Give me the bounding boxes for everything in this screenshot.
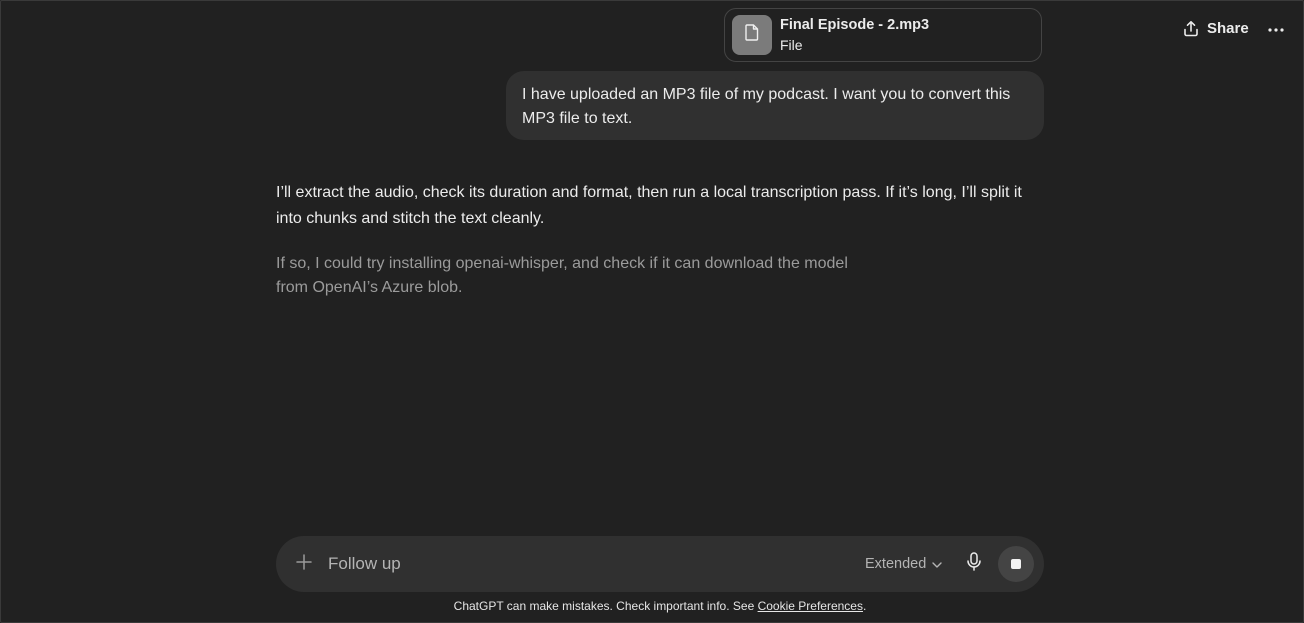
disclaimer-trailing: . (862, 599, 867, 613)
stop-icon (1011, 559, 1021, 569)
chat-window: Share Final Episode - 2.mp3 File I have … (0, 0, 1304, 623)
microphone-icon (967, 552, 981, 576)
follow-up-input[interactable] (328, 550, 848, 578)
more-options-button[interactable] (1263, 17, 1289, 39)
file-tile (732, 15, 772, 55)
disclaimer-text: ChatGPT can make mistakes. Check importa… (453, 599, 758, 613)
user-message: I have uploaded an MP3 file of my podcas… (506, 71, 1044, 140)
plus-icon (296, 553, 312, 575)
assistant-thinking-text: If so, I could try installing openai-whi… (276, 255, 848, 296)
file-meta: Final Episode - 2.mp3 File (780, 15, 929, 55)
disclaimer: ChatGPT can make mistakes. Check importa… (1, 599, 1303, 613)
share-icon (1183, 20, 1199, 37)
document-icon (745, 24, 759, 46)
cookie-preferences-link[interactable]: Cookie Preferences (758, 599, 863, 613)
chevron-down-icon (932, 556, 942, 572)
file-name: Final Episode - 2.mp3 (780, 17, 930, 33)
composer: Extended (276, 536, 1044, 592)
model-selector[interactable]: Extended (865, 553, 942, 575)
more-dots-icon (1268, 19, 1284, 37)
voice-input-button[interactable] (962, 552, 986, 576)
share-label: Share (1207, 19, 1249, 37)
assistant-message: I’ll extract the audio, check its durati… (276, 184, 1022, 227)
file-type: File (780, 37, 803, 53)
add-attachment-button[interactable] (292, 552, 316, 576)
stop-generating-button[interactable] (998, 546, 1034, 582)
file-attachment-card[interactable]: Final Episode - 2.mp3 File (724, 8, 1042, 62)
model-label: Extended (865, 556, 927, 572)
share-button[interactable]: Share (1173, 17, 1259, 39)
